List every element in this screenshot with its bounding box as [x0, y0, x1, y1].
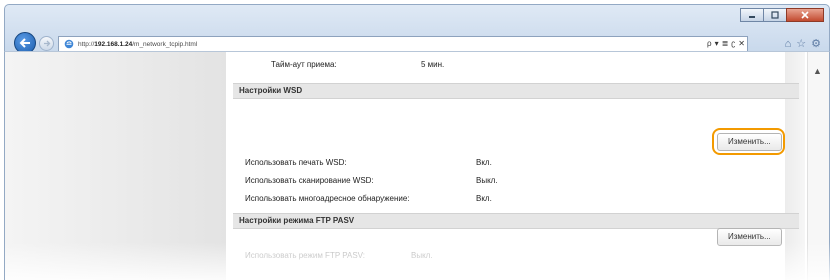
wsd-multicast-label: Использовать многоадресное обнаружение:	[245, 194, 410, 203]
back-arrow-icon	[19, 38, 30, 48]
wsd-section-header: Настройки WSD	[233, 83, 799, 99]
refresh-icon[interactable]: ʗ	[731, 39, 735, 49]
page-viewport: ▲ Тайм-аут приема: 5 мин. Настройки WSD …	[4, 51, 831, 280]
scroll-up-arrow-icon[interactable]: ▲	[813, 66, 822, 76]
wsd-scan-value: Выкл.	[476, 176, 498, 185]
receive-timeout-value: 5 мин.	[421, 60, 445, 69]
receive-timeout-label: Тайм-аут приема:	[271, 60, 337, 69]
vertical-scrollbar[interactable]: ▲	[807, 52, 829, 280]
home-icon[interactable]: ⌂	[785, 38, 792, 50]
close-button[interactable]	[786, 8, 824, 22]
ftp-pasv-edit-button[interactable]: Изменить...	[717, 228, 782, 246]
wsd-multicast-value: Вкл.	[476, 194, 492, 203]
browser-window-chrome: http://192.168.1.24/m_network_tcpip.html…	[4, 4, 830, 54]
wsd-print-label: Использовать печать WSD:	[245, 158, 347, 167]
ftp-pasv-section-header: Настройки режима FTP PASV	[233, 213, 799, 229]
stop-icon[interactable]: ✕	[738, 39, 745, 49]
search-icon[interactable]: ρ	[707, 39, 712, 49]
window-controls	[740, 8, 824, 22]
forward-arrow-icon	[43, 40, 50, 47]
compat-view-icon[interactable]: ≣	[722, 39, 729, 49]
ie-page-icon	[64, 39, 74, 49]
maximize-icon	[771, 11, 779, 19]
minimize-button[interactable]	[740, 8, 764, 22]
ftp-pasv-value: Выкл.	[411, 251, 433, 260]
close-icon	[801, 11, 809, 19]
maximize-button[interactable]	[763, 8, 787, 22]
url-text[interactable]: http://192.168.1.24/m_network_tcpip.html	[78, 41, 197, 48]
forward-button[interactable]	[39, 36, 54, 51]
ftp-pasv-section-title: Настройки режима FTP PASV	[239, 216, 355, 225]
wsd-print-value: Вкл.	[476, 158, 492, 167]
wsd-scan-label: Использовать сканирование WSD:	[245, 176, 374, 185]
favorites-icon[interactable]: ☆	[796, 38, 806, 50]
settings-content: Тайм-аут приема: 5 мин. Настройки WSD Из…	[233, 52, 799, 280]
left-margin	[5, 52, 226, 280]
wsd-edit-button[interactable]: Изменить...	[717, 133, 782, 151]
gear-icon[interactable]: ⚙	[811, 38, 821, 50]
minimize-icon	[749, 16, 755, 18]
address-bar[interactable]: http://192.168.1.24/m_network_tcpip.html…	[58, 36, 748, 52]
ftp-pasv-label: Использовать режим FTP PASV:	[245, 251, 365, 260]
wsd-section-title: Настройки WSD	[239, 86, 303, 95]
dropdown-icon[interactable]: ▾	[715, 39, 719, 49]
address-tools: ρ ▾ ≣ ʗ ✕	[707, 39, 745, 49]
browser-toolbar-right: ⌂ ☆ ⚙	[785, 36, 821, 52]
